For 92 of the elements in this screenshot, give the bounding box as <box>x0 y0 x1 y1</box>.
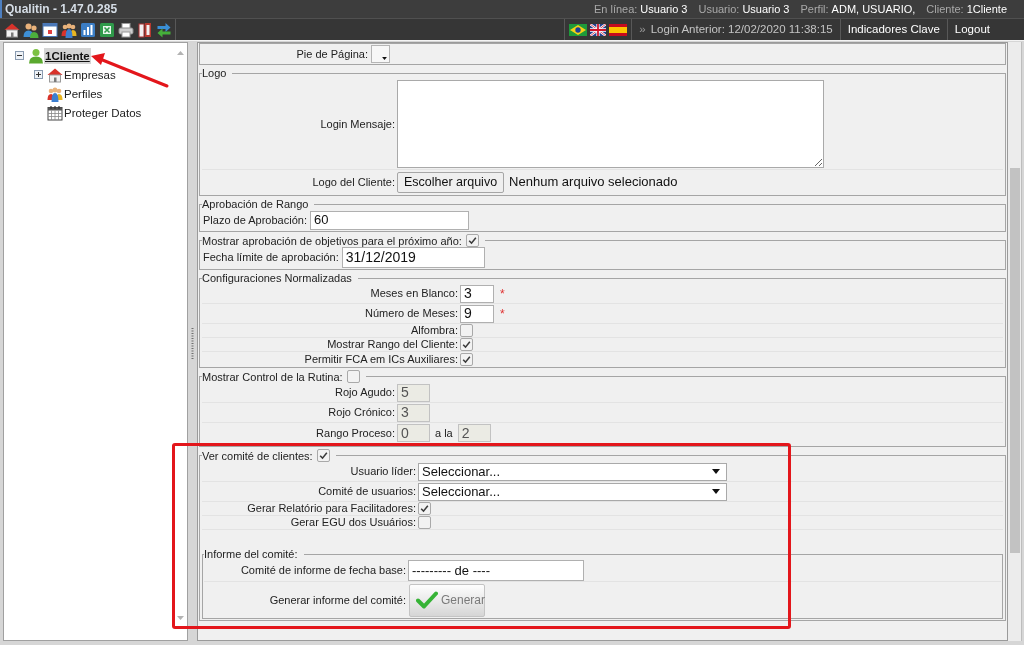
field-label: Pie de Página: <box>295 46 369 62</box>
field-label: Plazo de Aprobación: <box>202 212 308 228</box>
checkbox[interactable] <box>346 370 360 383</box>
field-label: Permitir FCA em ICs Auxiliares: <box>303 351 459 367</box>
building-icon[interactable] <box>4 21 20 38</box>
field-label: Alfombra: <box>409 323 459 339</box>
building-icon <box>47 66 63 83</box>
select-field[interactable]: Seleccionar... <box>418 462 727 481</box>
brazil-flag-icon[interactable] <box>569 23 588 36</box>
session-label: Cliente: <box>926 1 964 17</box>
chart-icon[interactable] <box>80 21 96 38</box>
field-label: Rojo Agudo: <box>334 385 396 401</box>
session-label: En línea: <box>593 1 638 17</box>
select-field[interactable]: Seleccionar... <box>418 482 727 501</box>
print-icon[interactable] <box>118 21 134 38</box>
tree-item[interactable]: 1Cliente <box>44 47 91 64</box>
caret-down-icon <box>712 489 720 494</box>
input-field[interactable]: 3 <box>460 284 494 303</box>
required-mark: * <box>500 305 505 323</box>
field-label: Fecha límite de aprobación: <box>202 250 340 266</box>
input-field[interactable]: --------- de ---- <box>408 560 584 581</box>
field-label: Rojo Crónico: <box>327 405 396 421</box>
caret-down-icon <box>382 57 387 60</box>
caret-down-icon <box>712 469 720 474</box>
window-title: Qualitin - 1.47.0.285 <box>5 1 118 18</box>
session-label: Usuario: <box>698 1 740 17</box>
field-label: Comité de informe de fecha base: <box>239 563 407 579</box>
check-icon <box>416 591 438 609</box>
scrollbar-thumb[interactable] <box>1009 168 1020 553</box>
input-field[interactable]: 31/12/2019 <box>341 247 485 268</box>
calendar-icon <box>47 104 63 121</box>
expand-icon[interactable] <box>34 70 43 79</box>
field-label: Gerar Relatório para Facilitadores: <box>246 501 417 517</box>
generate-button[interactable]: Generar <box>409 583 485 617</box>
section-title: Mostrar aprobación de objetivos para el próximo año: <box>202 234 462 247</box>
required-mark: * <box>500 285 505 303</box>
checkbox[interactable] <box>465 234 479 247</box>
spain-flag-icon[interactable] <box>609 23 628 36</box>
tree-item[interactable]: Proteger Datos <box>63 104 143 121</box>
field-label: Comité de usuarios: <box>317 484 417 500</box>
field-label: Número de Meses: <box>364 306 459 322</box>
section-title: Mostrar Control de la Rutina: <box>202 370 343 383</box>
collapse-icon[interactable] <box>15 51 24 60</box>
header-link[interactable]: Logout <box>947 19 997 40</box>
field-label: Logo del Cliente: <box>311 174 396 190</box>
field-label: Meses en Blanco: <box>369 286 459 302</box>
checkbox[interactable] <box>460 352 473 366</box>
field-label: Generar informe del comité: <box>268 592 407 608</box>
tree-item[interactable]: Empresas <box>63 66 117 83</box>
checkmark-icon <box>318 451 328 460</box>
section-title: Configuraciones Normalizadas <box>202 272 352 284</box>
range-joiner: a la <box>434 425 454 441</box>
field-label: Usuario líder: <box>349 464 417 480</box>
input-field[interactable]: 60 <box>309 210 469 230</box>
calendar-icon[interactable] <box>42 21 58 38</box>
field-label: Rango Proceso: <box>315 425 396 441</box>
footer-dropdown[interactable] <box>371 45 390 63</box>
checkbox[interactable] <box>460 324 473 337</box>
field-label: Gerar EGU dos Usuários: <box>289 515 417 531</box>
checkbox[interactable] <box>460 338 473 351</box>
spreadsheet-icon[interactable] <box>99 21 115 38</box>
session-value: 1Cliente <box>966 1 1007 17</box>
last-login-marker: » <box>639 21 646 37</box>
checkbox[interactable] <box>418 516 431 529</box>
checkbox[interactable] <box>418 502 431 515</box>
section-title: Ver comité de clientes: <box>202 449 313 462</box>
section-title: Logo <box>202 67 227 79</box>
last-login-text: Login Anterior: 12/02/2020 11:38:15 <box>650 21 833 37</box>
uk-flag-icon[interactable] <box>590 23 607 36</box>
field-label: Login Mensaje: <box>319 116 396 132</box>
section-title: Informe del comité: <box>204 548 298 560</box>
file-button[interactable]: Escolher arquivo <box>397 171 505 193</box>
checkbox[interactable] <box>316 449 330 462</box>
group-icon[interactable] <box>61 21 77 38</box>
resize-grip-icon[interactable] <box>191 327 194 360</box>
scrollbar-track[interactable] <box>1008 42 1022 641</box>
checkmark-icon <box>420 504 429 513</box>
group-icon <box>47 85 63 102</box>
section-title: Aprobación de Rango <box>202 198 309 210</box>
input-field[interactable]: 9 <box>460 304 494 323</box>
book-icon[interactable] <box>137 21 153 38</box>
session-label: Perfil: <box>800 1 829 17</box>
session-value: Usuario 3 <box>640 1 688 17</box>
field-label: Mostrar Rango del Cliente: <box>326 337 459 353</box>
users-icon[interactable] <box>23 21 39 38</box>
tree-item[interactable]: Perfiles <box>63 85 104 102</box>
session-value: Usuario 3 <box>742 1 790 17</box>
swap-icon[interactable] <box>156 21 172 38</box>
session-value: ADM, USUARIO, <box>831 1 916 17</box>
user-icon <box>28 47 44 64</box>
checkmark-icon <box>467 236 477 245</box>
file-status: Nenhum arquivo selecionado <box>509 173 678 192</box>
